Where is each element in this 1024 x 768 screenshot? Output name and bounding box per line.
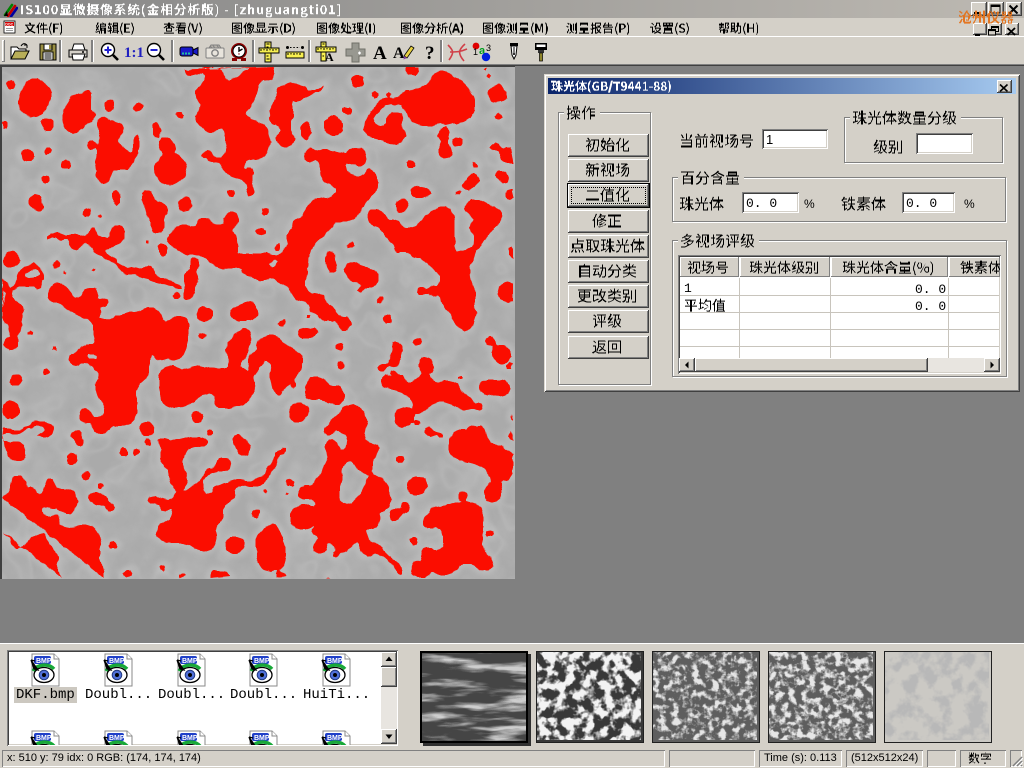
svg-text:A: A <box>373 43 387 63</box>
svg-text:3: 3 <box>486 43 491 53</box>
svg-text:1:1: 1:1 <box>124 45 144 61</box>
svg-text:A: A <box>393 45 405 62</box>
svg-text:DOC: DOC <box>5 23 13 27</box>
svg-text:?: ? <box>425 43 435 63</box>
svg-text:1: 1 <box>473 47 478 57</box>
svg-text:A: A <box>325 50 334 63</box>
